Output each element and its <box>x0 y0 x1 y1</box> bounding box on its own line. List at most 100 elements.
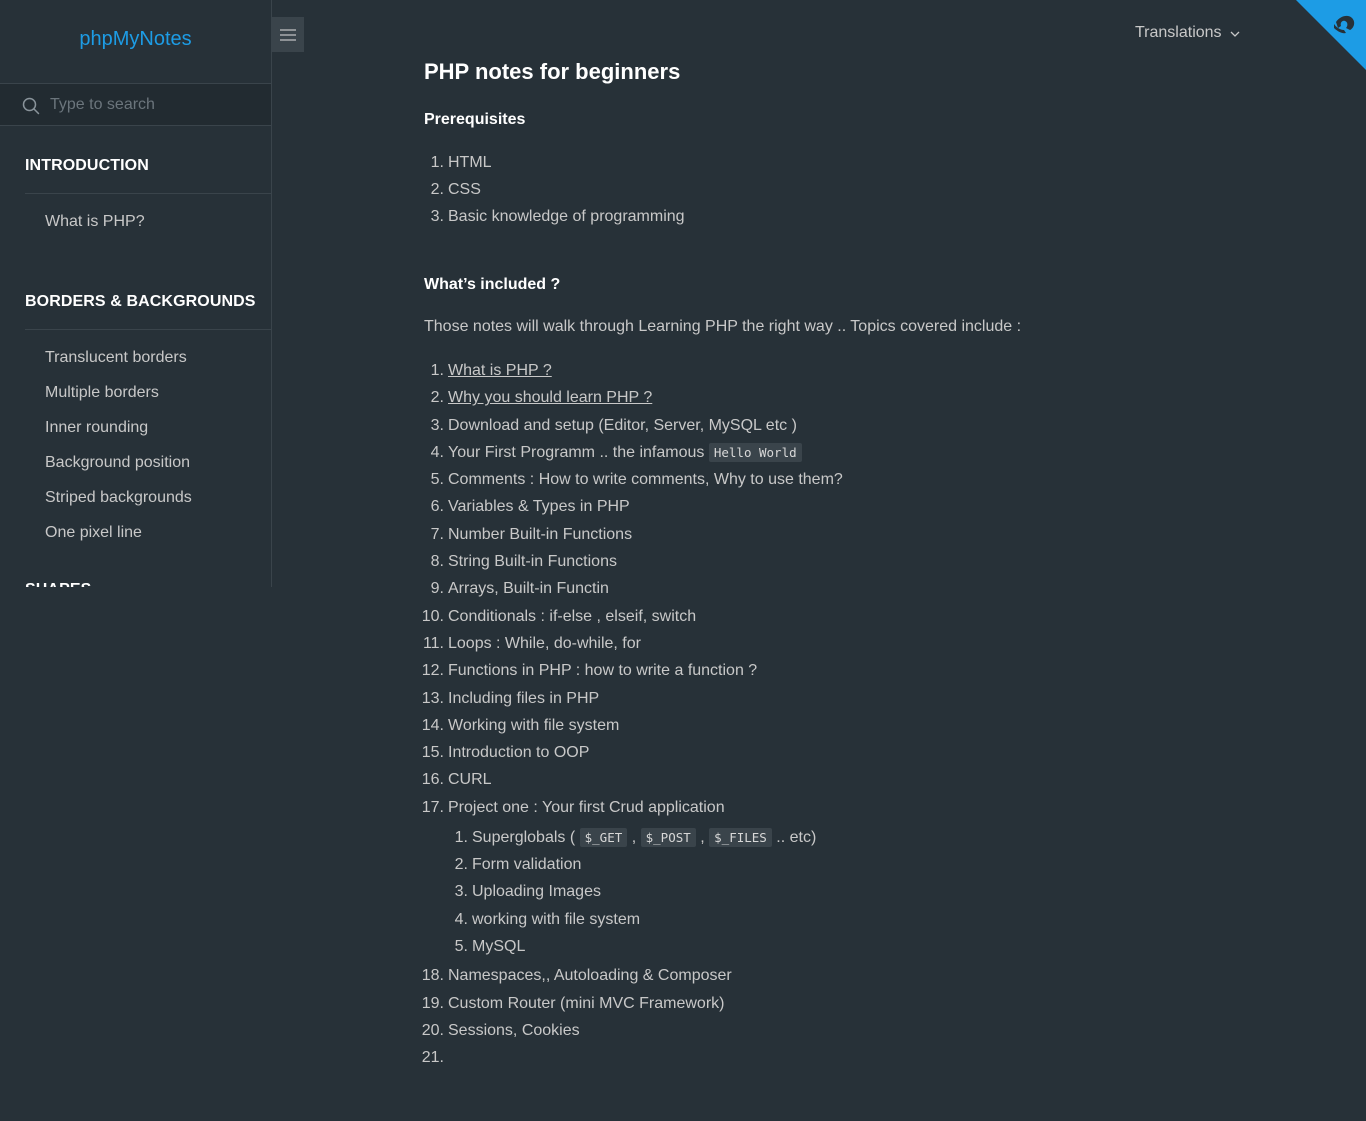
list-item: 14. Working with file system <box>421 712 843 739</box>
list-item: 19. Custom Router (mini MVC Framework) <box>421 990 843 1017</box>
list-item: 5. MySQL <box>448 933 843 960</box>
list-item: 8. String Built-in Functions <box>424 548 843 575</box>
sidebar-toggle-button[interactable] <box>272 17 304 52</box>
list-text: Number Built-in Functions <box>448 525 633 543</box>
list-number: 2. <box>454 856 468 874</box>
list-item: 2. Form validation <box>448 851 843 878</box>
translations-label: Translations <box>1135 24 1222 41</box>
list-item: 5. Comments : How to write comments, Why … <box>424 466 843 493</box>
search-icon <box>22 97 40 114</box>
sidebar-section-title: INTRODUCTION <box>25 126 271 194</box>
list-text: .. etc) <box>776 828 817 846</box>
list-number: 12. <box>421 662 444 680</box>
list-item: 4. Your First Programm .. the infamous He… <box>424 439 843 466</box>
list-text: Variables & Types in PHP <box>448 498 630 516</box>
list-item: 13. Including files in PHP <box>421 685 843 712</box>
list-text: Basic knowledge of programming <box>448 208 685 225</box>
chevron-down-icon <box>1230 31 1240 37</box>
list-item: 1. HTML <box>424 149 685 176</box>
list-item: 17. Project one : Your first Crud applica… <box>421 794 843 962</box>
list-text: working with file system <box>472 910 641 928</box>
inline-code: $_POST <box>640 827 696 847</box>
list-number: 19. <box>421 994 444 1012</box>
list-number: 2. <box>430 181 444 198</box>
list-text: Namespaces,, Autoloading & Composer <box>448 967 732 985</box>
list-number: 17. <box>421 798 444 816</box>
sidebar-item-background-position[interactable]: Background position <box>25 445 271 480</box>
sidebar-item-what-is-php[interactable]: What is PHP? <box>25 204 271 239</box>
page-title: PHP notes for beginners <box>424 59 681 84</box>
sidebar-item-multiple-borders[interactable]: Multiple borders <box>25 375 271 410</box>
list-text: CSS <box>448 181 481 198</box>
list-text: Your First Programm .. the infamous <box>448 443 705 461</box>
inline-code: Hello World <box>708 442 802 462</box>
list-number: 8. <box>430 553 444 571</box>
list-item: 15. Introduction to OOP <box>421 739 843 766</box>
list-item: 4. working with file system <box>448 906 843 933</box>
sidebar-section-title: BORDERS & BACKGROUNDS <box>25 263 271 330</box>
topics-list: 1. What is PHP ? 2. Why you should learn P… <box>421 357 843 1071</box>
list-number: 21. <box>421 1049 444 1067</box>
list-number: 1. <box>430 362 444 379</box>
list-item: 11. Loops : While, do-while, for <box>422 630 843 657</box>
github-corner-icon[interactable] <box>1296 0 1366 70</box>
list-text: Arrays, Built-in Functin <box>448 580 609 598</box>
list-number: 5. <box>454 937 468 955</box>
sidebar-item-translucent-borders[interactable]: Translucent borders <box>25 340 271 375</box>
list-text: Loops : While, do-while, for <box>448 634 641 652</box>
list-item: 20. Sessions, Cookies <box>422 1017 843 1044</box>
list-text: Introduction to OOP <box>448 744 590 762</box>
list-text: CURL <box>448 771 492 789</box>
list-number: 11. <box>422 634 444 652</box>
list-number: 14. <box>421 716 444 734</box>
list-number: 9. <box>430 580 444 598</box>
list-item: 3. Uploading Images <box>448 878 843 905</box>
list-item: 10. Conditionals : if-else , elseif, swit… <box>421 603 843 630</box>
list-number: 10. <box>421 607 444 625</box>
list-item: 1. What is PHP ? <box>424 357 843 384</box>
list-item: 21. <box>421 1044 843 1071</box>
topics-intro: Those notes will walk through Learning P… <box>424 318 1022 335</box>
list-item: 3. Download and setup (Editor, Server, My… <box>424 412 843 439</box>
sidebar-item-striped-backgrounds[interactable]: Striped backgrounds <box>25 480 271 515</box>
list-item: 2. Why you should learn PHP ? <box>424 384 843 411</box>
list-item: 18. Namespaces,, Autoloading & Composer <box>422 962 843 989</box>
list-number: 7. <box>430 525 444 543</box>
list-number: 1. <box>430 154 444 171</box>
list-number: 1. <box>454 828 468 846</box>
whats-included-heading: What’s included ? <box>424 276 561 293</box>
sidebar-item-list: What is PHP? <box>25 194 271 263</box>
list-item: 9. Arrays, Built-in Functin <box>424 575 843 602</box>
list-text: Comments : How to write comments, Why to… <box>448 471 843 489</box>
list-item: 3. Basic knowledge of programming <box>424 203 685 230</box>
list-text: Conditionals : if-else , elseif, switch <box>448 607 697 625</box>
list-item: 2. CSS <box>424 176 685 203</box>
app-name[interactable]: phpMyNotes <box>0 0 271 84</box>
sidebar-section-title: SHAPES <box>25 574 271 587</box>
list-number: 13. <box>421 689 444 707</box>
list-number: 5. <box>430 471 444 489</box>
prerequisites-list: 1. HTML 2. CSS 3. Basic knowledge of progra… <box>424 149 685 230</box>
topic-link-why-learn-php[interactable]: Why you should learn PHP ? <box>448 389 652 406</box>
topic-link-what-is-php[interactable]: What is PHP ? <box>448 362 552 379</box>
list-text: MySQL <box>472 937 526 955</box>
list-item: 7. Number Built-in Functions <box>424 521 843 548</box>
sidebar-section-introduction: INTRODUCTION What is PHP? <box>0 126 271 263</box>
search-input[interactable] <box>50 95 250 114</box>
sidebar-item-one-pixel-line[interactable]: One pixel line <box>25 515 271 550</box>
sidebar-item-inner-rounding[interactable]: Inner rounding <box>25 410 271 445</box>
list-separator: , <box>631 828 637 846</box>
list-text: Superglobals ( <box>472 828 576 846</box>
hamburger-menu-icon <box>280 28 296 41</box>
list-text: String Built-in Functions <box>448 553 617 571</box>
translations-dropdown[interactable]: Translations <box>1135 24 1240 42</box>
list-number: 15. <box>421 744 444 762</box>
list-number: 4. <box>454 910 468 928</box>
list-number: 3. <box>430 208 444 225</box>
list-text: Including files in PHP <box>448 689 600 707</box>
list-text: Download and setup (Editor, Server, MySQ… <box>448 416 797 434</box>
list-text: Functions in PHP : how to write a functi… <box>448 662 758 680</box>
inline-code: $_FILES <box>709 827 772 847</box>
list-text: Form validation <box>472 856 582 874</box>
list-item: 1. Superglobals ( $_GET , $_POST , $_FILE… <box>448 824 843 851</box>
